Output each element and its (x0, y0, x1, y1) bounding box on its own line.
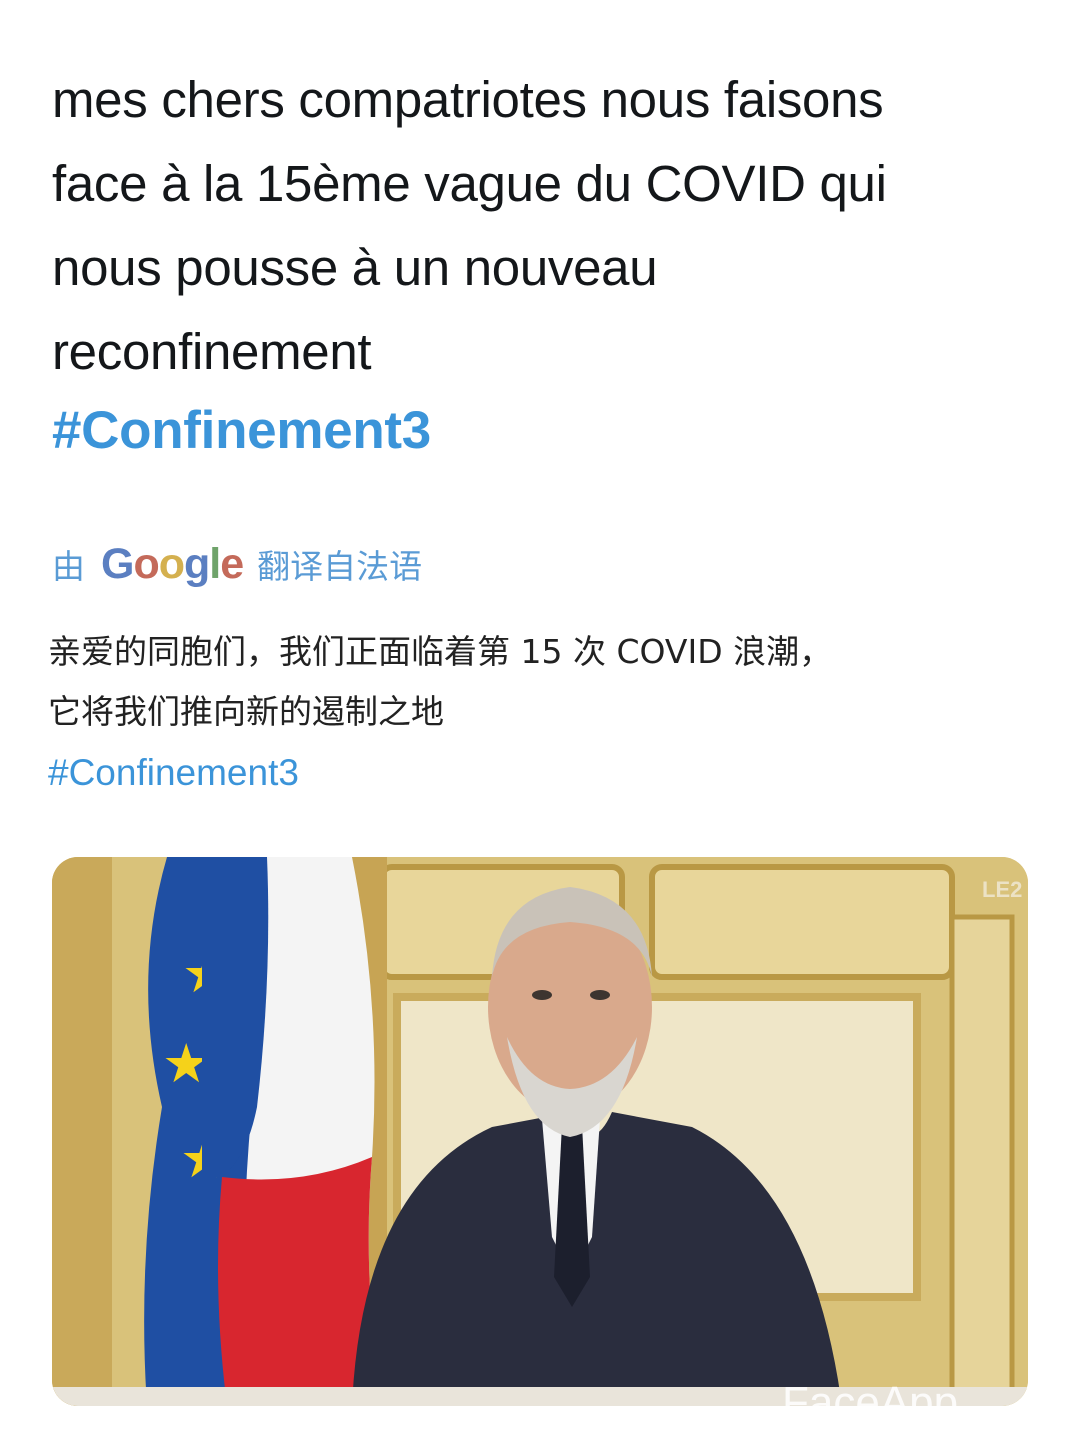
faceapp-watermark: FaceApp (782, 1378, 958, 1406)
tweet-text: mes chers compatriotes nous faisons face… (52, 58, 1042, 394)
translated-from-label: 翻译自法语 (257, 547, 423, 586)
media-illustration: ★ ★ ★ ★ LE2 FaceApp (52, 857, 1028, 1406)
hashtag-link[interactable]: #Confinement3 (52, 400, 431, 461)
tweet-media-image[interactable]: ★ ★ ★ ★ LE2 FaceApp (52, 857, 1028, 1406)
ornate-frame-top-right (649, 864, 955, 980)
translated-by-label: 由 (52, 547, 85, 586)
right-eye (590, 990, 610, 1000)
left-eye (532, 990, 552, 1000)
translated-text: 亲爱的同胞们，我们正面临着第 15 次 COVID 浪潮， 它将我们推向新的遏制… (48, 622, 1048, 742)
translated-hashtag-link[interactable]: #Confinement3 (48, 752, 299, 794)
tweet-text-line: face à la 15ème vague du COVID qui (52, 155, 887, 212)
google-logo: Google (101, 539, 244, 588)
right-pilaster (949, 914, 1015, 1400)
left-pilaster (52, 857, 112, 1406)
translated-text-line: 亲爱的同胞们，我们正面临着第 15 次 COVID 浪潮， (48, 632, 833, 671)
tweet-text-line: reconfinement (52, 323, 372, 380)
translated-text-line: 它将我们推向新的遏制之地 (48, 692, 444, 731)
tweet-text-line: nous pousse à un nouveau (52, 239, 658, 296)
channel-watermark: LE2 (982, 877, 1022, 902)
translated-by-google-link[interactable]: 由 Google 翻译自法语 (52, 536, 422, 592)
tweet-text-line: mes chers compatriotes nous faisons (52, 71, 884, 128)
